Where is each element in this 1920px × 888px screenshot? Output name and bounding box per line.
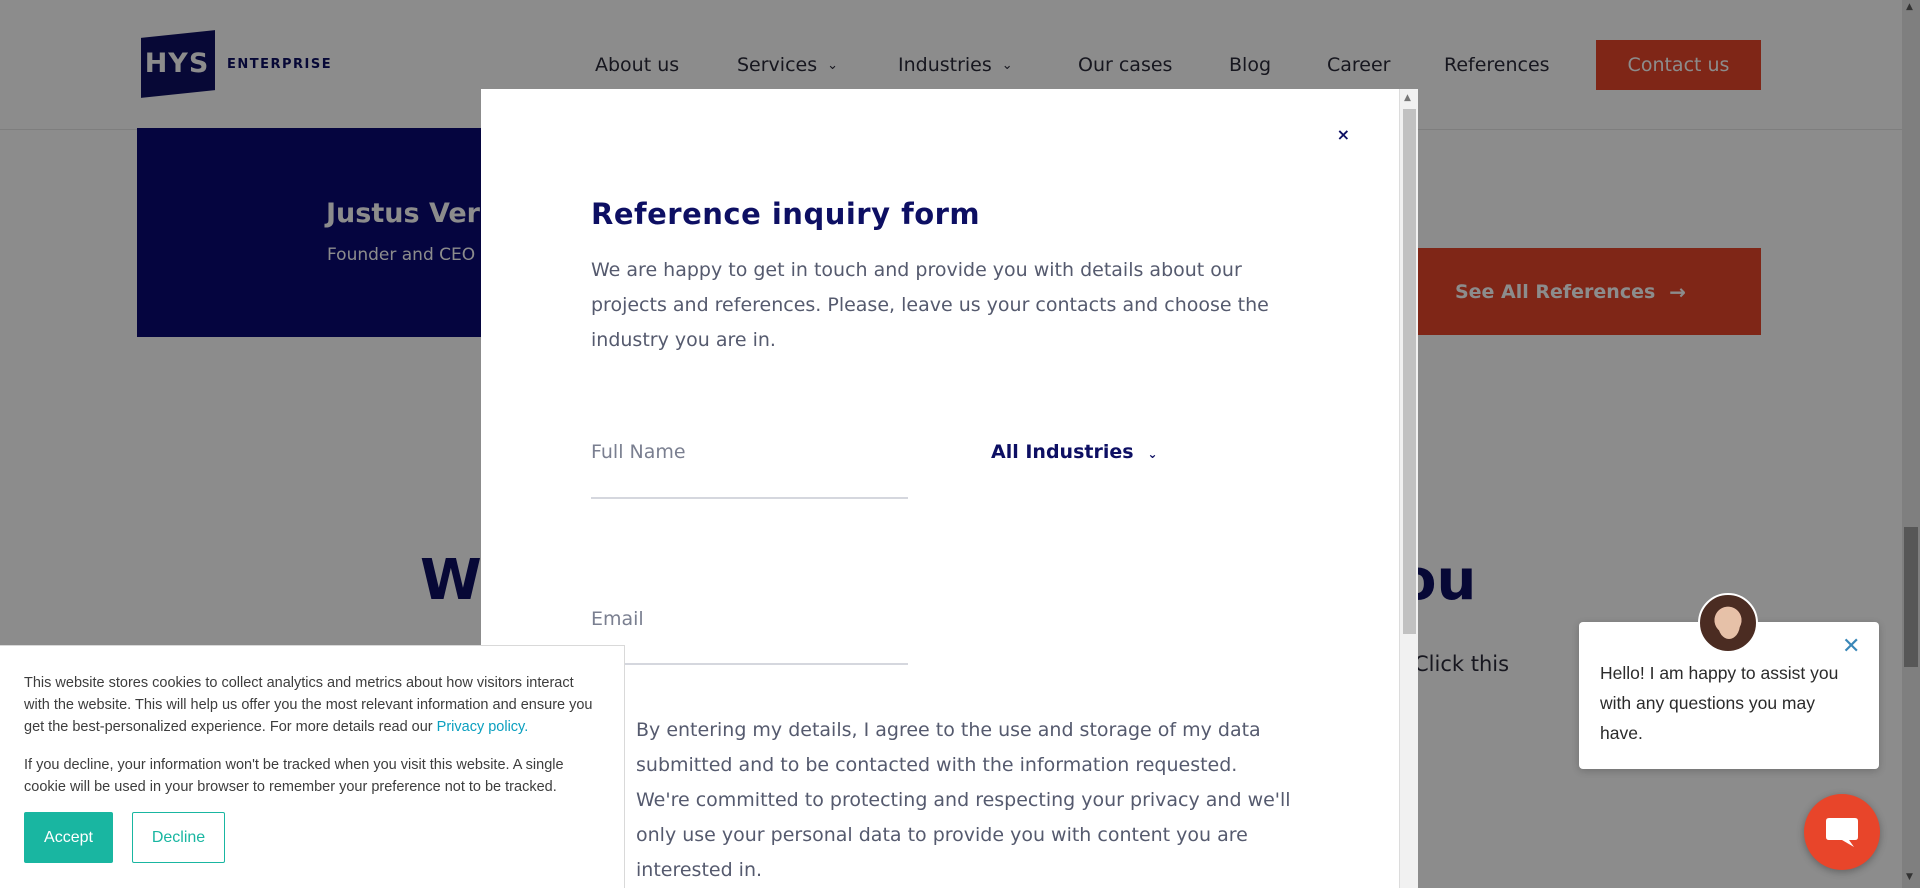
decline-cookies-button[interactable]: Decline	[132, 812, 225, 863]
privacy-policy-link[interactable]: Privacy policy.	[437, 719, 529, 735]
modal-close-icon[interactable]: ×	[1337, 125, 1350, 144]
page-scroll-thumb[interactable]	[1904, 527, 1918, 667]
cookie-text-1: This website stores cookies to collect a…	[24, 675, 593, 735]
consent-text: By entering my details, I agree to the u…	[636, 719, 1291, 881]
cookie-banner: This website stores cookies to collect a…	[0, 645, 625, 888]
modal-description: We are happy to get in touch and provide…	[591, 259, 1269, 351]
email-underline	[591, 663, 908, 665]
industry-select[interactable]: All Industries ⌄	[991, 441, 1158, 463]
email-input[interactable]: Email	[591, 608, 644, 630]
scroll-up-icon[interactable]: ▲	[1404, 93, 1411, 103]
modal-scrollbar[interactable]: ▲	[1399, 89, 1418, 888]
chat-greeting-message: Hello! I am happy to assist you with any…	[1600, 663, 1839, 743]
scroll-up-icon[interactable]: ▲	[1906, 2, 1913, 12]
full-name-underline	[591, 497, 908, 499]
industry-select-value: All Industries	[991, 441, 1134, 463]
modal-title: Reference inquiry form	[591, 197, 981, 231]
cookie-text-2: If you decline, your information won't b…	[24, 757, 564, 795]
page-scrollbar[interactable]: ▲ ▼	[1902, 0, 1920, 888]
full-name-input[interactable]: Full Name	[591, 441, 686, 463]
chat-bubble-icon	[1826, 818, 1858, 847]
chat-launcher-button[interactable]	[1804, 794, 1880, 870]
accept-cookies-button[interactable]: Accept	[24, 812, 113, 863]
chat-close-icon[interactable]: ✕	[1842, 636, 1860, 658]
modal-scroll-thumb[interactable]	[1403, 109, 1416, 634]
chat-agent-avatar	[1698, 593, 1758, 653]
scroll-down-icon[interactable]: ▼	[1906, 872, 1913, 882]
chevron-down-icon: ⌄	[1147, 447, 1158, 461]
